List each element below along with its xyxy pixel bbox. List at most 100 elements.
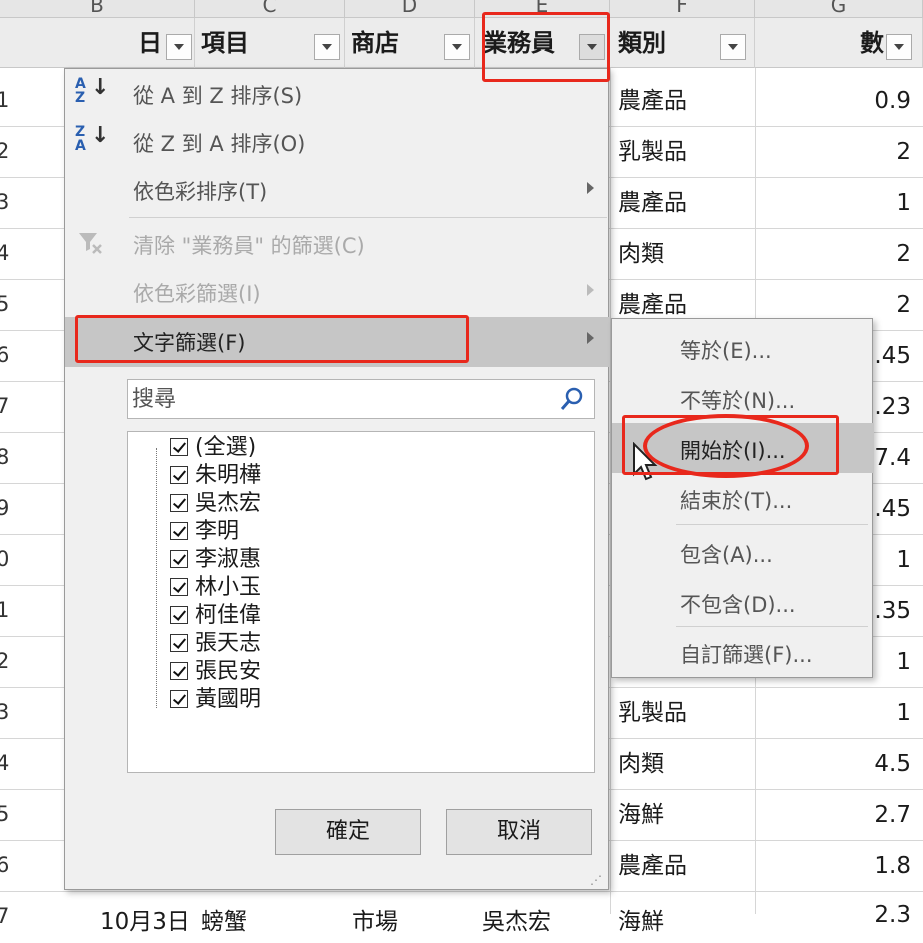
cell-category[interactable]: 農產品: [618, 178, 687, 229]
checkbox-checked[interactable]: [170, 494, 188, 512]
row-number[interactable]: 3: [0, 700, 14, 724]
checkbox-checked[interactable]: [170, 662, 188, 680]
menu-item-sort-by-color[interactable]: 依色彩排序(T): [65, 167, 610, 215]
row-number[interactable]: 0: [0, 547, 14, 571]
row-number[interactable]: 5: [0, 802, 14, 826]
cell-quantity[interactable]: 1: [896, 178, 911, 229]
cell-quantity[interactable]: 4.5: [874, 739, 911, 790]
cell-quantity[interactable]: 1.8: [874, 841, 911, 892]
tree-connector: [156, 448, 157, 708]
menu-item-filter-by-color[interactable]: 依色彩篩選(I): [65, 269, 610, 317]
row-number[interactable]: 4: [0, 241, 14, 265]
checkbox-checked[interactable]: [170, 522, 188, 540]
cell-quantity[interactable]: .35: [874, 586, 911, 637]
checkbox-checked[interactable]: [170, 690, 188, 708]
submenu-item-custom-filter[interactable]: 自訂篩選(F)...: [612, 627, 874, 677]
header-date: 日: [0, 18, 195, 68]
filter-dropdown-button-quantity[interactable]: [886, 34, 912, 60]
text-filters-submenu: 等於(E)... 不等於(N)... 開始於(I)... 結束於(T)... 包…: [611, 318, 874, 678]
filter-search-input[interactable]: [132, 384, 552, 414]
cell-category[interactable]: 乳製品: [618, 688, 687, 739]
cell-category[interactable]: 乳製品: [618, 127, 687, 178]
filter-dropdown-button-store[interactable]: [444, 34, 470, 60]
cell-category[interactable]: 農產品: [618, 841, 687, 892]
submenu-item-contains[interactable]: 包含(A)...: [612, 527, 874, 577]
search-icon: [558, 385, 586, 417]
sort-descending-icon: Z A ↓: [75, 123, 110, 154]
annotation-highlight-header: [482, 12, 610, 82]
cell-quantity[interactable]: .45: [874, 484, 911, 535]
cell-quantity[interactable]: .23: [874, 382, 911, 433]
header-quantity: 數: [755, 18, 923, 68]
cell-category[interactable]: 海鮮: [618, 790, 664, 841]
annotation-circle-begins-with: [643, 414, 809, 478]
chevron-right-icon: [587, 284, 594, 296]
row-number[interactable]: 7: [0, 394, 14, 418]
chevron-right-icon: [587, 332, 594, 344]
cell-quantity[interactable]: 2.3: [874, 902, 911, 928]
cell-quantity[interactable]: 0.9: [874, 76, 911, 127]
cell-store[interactable]: 市場: [352, 902, 398, 936]
submenu-item-does-not-contain[interactable]: 不包含(D)...: [612, 577, 874, 627]
column-letter-c[interactable]: C: [195, 0, 345, 18]
row-number[interactable]: 1: [0, 88, 14, 112]
menu-separator: [676, 524, 868, 525]
filter-dropdown-button-item[interactable]: [314, 34, 340, 60]
sort-ascending-icon: A Z ↓: [75, 75, 110, 106]
row-number[interactable]: 5: [0, 292, 14, 316]
column-letter-b[interactable]: B: [0, 0, 195, 18]
cell-category[interactable]: 肉類: [618, 229, 664, 280]
column-letters-bar: B C D E F G: [0, 0, 923, 18]
checkbox-checked[interactable]: [170, 606, 188, 624]
row-number[interactable]: 2: [0, 649, 14, 673]
cell-category[interactable]: 肉類: [618, 739, 664, 790]
table-header-row: 日 項目 商店 業務員 類別 數: [0, 18, 923, 68]
cell-quantity[interactable]: 2: [896, 229, 911, 280]
row-number[interactable]: 1: [0, 598, 14, 622]
cell-quantity[interactable]: 2: [896, 280, 911, 331]
cell-item[interactable]: 螃蟹: [201, 902, 247, 936]
menu-item-sort-z-to-a[interactable]: Z A ↓ 從 Z 到 A 排序(O): [65, 119, 610, 167]
table-row-partial[interactable]: 7 10月3日 螃蟹 市場 吳杰宏 海鮮 2.3: [0, 892, 923, 943]
ok-button[interactable]: 確定: [275, 809, 421, 855]
clear-filter-icon: [75, 227, 107, 259]
checkbox-checked[interactable]: [170, 550, 188, 568]
column-letter-f[interactable]: F: [610, 0, 755, 18]
annotation-highlight-text-filters: [75, 315, 469, 363]
resize-grip-icon[interactable]: ⋰: [590, 873, 602, 887]
row-number[interactable]: 6: [0, 853, 14, 877]
column-letter-d[interactable]: D: [345, 0, 475, 18]
cell-salesperson[interactable]: 吳杰宏: [482, 902, 551, 936]
checkbox-checked[interactable]: [170, 466, 188, 484]
filter-search-box: [127, 379, 595, 419]
cell-category[interactable]: 海鮮: [618, 902, 664, 936]
row-number[interactable]: 4: [0, 751, 14, 775]
cell-quantity[interactable]: .45: [874, 331, 911, 382]
header-store: 商店: [345, 18, 475, 68]
cell-quantity[interactable]: 7.4: [874, 433, 911, 484]
cell-quantity[interactable]: 1: [896, 637, 911, 688]
cell-quantity[interactable]: 1: [896, 688, 911, 739]
checkbox-checked[interactable]: [170, 634, 188, 652]
checkbox-checked[interactable]: [170, 438, 188, 456]
row-number[interactable]: 2: [0, 139, 14, 163]
column-letter-g[interactable]: G: [755, 0, 923, 18]
row-number[interactable]: 6: [0, 343, 14, 367]
filter-dropdown-button-date[interactable]: [166, 34, 192, 60]
cell-quantity[interactable]: 2: [896, 127, 911, 178]
cell-category[interactable]: 農產品: [618, 76, 687, 127]
menu-item-clear-filter[interactable]: 清除 "業務員" 的篩選(C): [65, 221, 610, 269]
row-number[interactable]: 3: [0, 190, 14, 214]
checkbox-checked[interactable]: [170, 578, 188, 596]
cell-date[interactable]: 10月3日: [100, 902, 190, 936]
row-number[interactable]: 7: [0, 904, 14, 928]
filter-dropdown-button-category[interactable]: [720, 34, 746, 60]
cancel-button[interactable]: 取消: [446, 809, 592, 855]
row-number[interactable]: 9: [0, 496, 14, 520]
header-category: 類別: [610, 18, 755, 68]
row-number[interactable]: 8: [0, 445, 14, 469]
cell-quantity[interactable]: 2.7: [874, 790, 911, 841]
cell-quantity[interactable]: 1: [896, 535, 911, 586]
chevron-right-icon: [587, 182, 594, 194]
submenu-item-equals[interactable]: 等於(E)...: [612, 323, 874, 373]
